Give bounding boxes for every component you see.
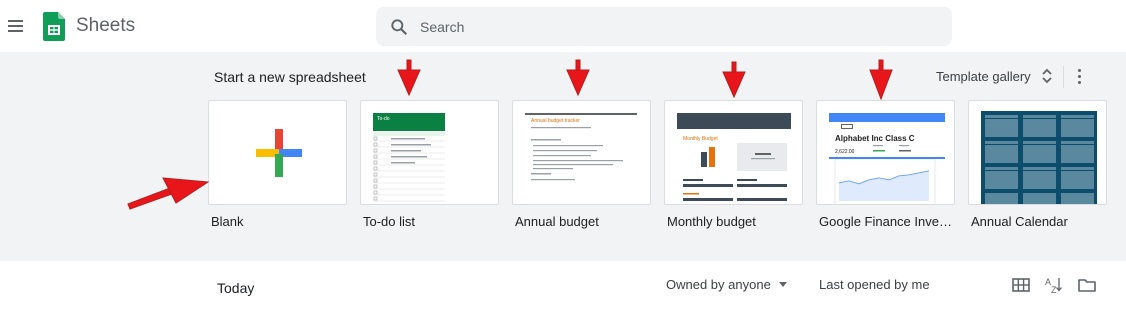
template-label: Monthly budget [667, 214, 756, 229]
budget-text-lines [531, 127, 623, 181]
template-thumbnail[interactable]: To-do [360, 100, 499, 205]
template-gallery-section: Start a new spreadsheet Template gallery… [0, 52, 1126, 261]
template-todo-list[interactable]: To-do To-do list [360, 100, 499, 229]
template-thumbnail[interactable]: Alphabet Inc Class C 2,622.00 [816, 100, 955, 205]
grid-view-icon[interactable] [1011, 275, 1031, 295]
owner-filter-dropdown[interactable]: Owned by anyone [666, 277, 787, 292]
more-options-icon[interactable] [1070, 66, 1090, 88]
monthly-chart [683, 143, 787, 201]
app-header: Sheets [0, 0, 1126, 52]
owner-filter-label: Owned by anyone [666, 277, 771, 292]
search-input[interactable] [420, 16, 920, 38]
search-bar[interactable] [376, 7, 952, 46]
sheets-logo-icon[interactable] [43, 12, 65, 41]
template-label: Annual Calendar [971, 214, 1068, 229]
search-icon[interactable] [389, 17, 409, 37]
plus-icon [256, 129, 302, 177]
template-blank[interactable]: Blank [208, 100, 347, 229]
unfold-icon [1042, 68, 1052, 84]
template-label: Annual budget [515, 214, 599, 229]
svg-text:Z: Z [1051, 285, 1057, 295]
app-title[interactable]: Sheets [76, 15, 135, 37]
template-thumbnail[interactable] [208, 100, 347, 205]
template-annual-budget[interactable]: Annual budget tracker Annual budget [512, 100, 651, 229]
template-thumbnail[interactable]: Monthly Budget [664, 100, 803, 205]
recent-files-bar: Today Owned by anyone Last opened by me … [0, 261, 1126, 314]
template-label: To-do list [363, 214, 416, 229]
template-gallery-label: Template gallery [936, 68, 1031, 84]
folder-icon[interactable] [1077, 275, 1097, 295]
template-label: Blank [211, 214, 244, 229]
template-thumbnail[interactable]: Annual budget tracker [512, 100, 651, 205]
main-menu-icon[interactable] [4, 14, 28, 38]
sort-dropdown[interactable]: Last opened by me [819, 277, 930, 292]
sort-az-icon[interactable]: A Z [1044, 275, 1064, 295]
template-monthly-budget[interactable]: Monthly Budget Monthly budget [664, 100, 803, 229]
calendar-grid [985, 115, 1094, 204]
today-heading: Today [217, 280, 255, 296]
template-gallery-button[interactable]: Template gallery [928, 62, 1056, 90]
todo-rows [373, 136, 445, 202]
dropdown-arrow-icon [778, 282, 787, 287]
template-label: Google Finance Investment Tracker [819, 214, 952, 229]
template-google-finance[interactable]: Alphabet Inc Class C 2,622.00 Google Fin… [816, 100, 955, 229]
section-title: Start a new spreadsheet [214, 69, 366, 85]
divider [1063, 66, 1064, 88]
template-annual-calendar[interactable]: Annual Calendar [968, 100, 1107, 229]
template-thumbnail[interactable] [968, 100, 1107, 205]
finance-chart [829, 145, 945, 204]
